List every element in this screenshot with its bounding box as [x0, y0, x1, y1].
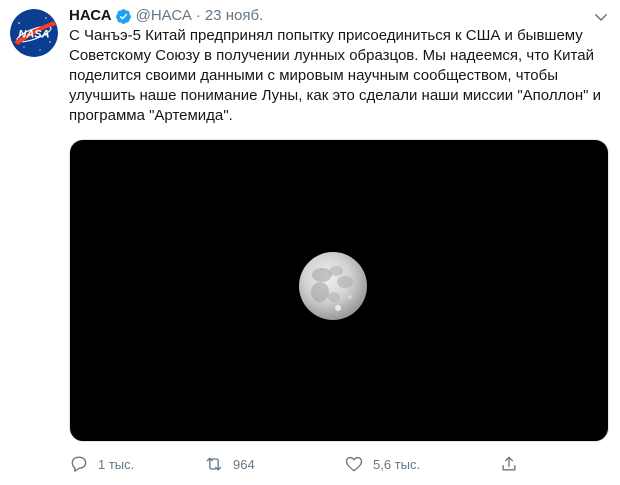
- tweet-card[interactable]: NASA НАСА @НАСА · 23 нояб. С Чанъэ-5 Кит…: [0, 0, 620, 485]
- nasa-logo-icon: NASA: [10, 9, 58, 57]
- heart-icon: [345, 456, 363, 472]
- reply-button[interactable]: 1 тыс.: [69, 452, 134, 476]
- chevron-down-icon[interactable]: [592, 8, 610, 26]
- retweet-button[interactable]: 964: [204, 452, 255, 476]
- author-handle[interactable]: @НАСА: [136, 6, 192, 26]
- separator-dot: ·: [195, 7, 201, 24]
- moon-image: [299, 252, 367, 320]
- avatar[interactable]: NASA: [10, 9, 58, 57]
- share-button[interactable]: [499, 452, 519, 476]
- like-count: 5,6 тыс.: [373, 456, 421, 472]
- verified-badge-icon: [115, 8, 131, 24]
- like-button[interactable]: 5,6 тыс.: [344, 452, 420, 476]
- nasa-logo-text: NASA: [18, 29, 49, 41]
- reply-icon: [71, 456, 87, 472]
- reply-count: 1 тыс.: [98, 456, 135, 472]
- tweet-date[interactable]: 23 нояб.: [205, 6, 263, 26]
- retweet-icon: [206, 457, 222, 471]
- display-name[interactable]: НАСА: [69, 6, 112, 26]
- share-icon: [502, 456, 516, 471]
- tweet-header: НАСА @НАСА · 23 нояб.: [69, 6, 263, 26]
- tweet-actions: 1 тыс. 964 5,6 тыс.: [69, 452, 609, 476]
- retweet-count: 964: [233, 456, 255, 472]
- tweet-text: С Чанъэ-5 Китай предпринял попытку присо…: [69, 27, 601, 124]
- tweet-media-image[interactable]: [69, 139, 609, 442]
